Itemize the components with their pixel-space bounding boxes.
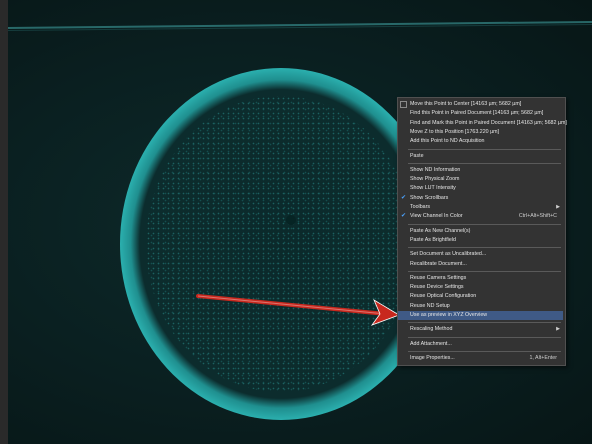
menu-item-label: Show Physical Zoom — [410, 176, 460, 183]
menu-item-label: Move this Point to Center [14163 µm; 568… — [410, 101, 522, 107]
menu-item-label: Reuse Optical Configuration — [410, 293, 477, 300]
menu-item-label: Reuse Camera Settings — [410, 274, 467, 281]
menu-item[interactable]: Reuse Optical Configuration — [398, 292, 563, 301]
sample-speckle-texture — [146, 96, 414, 392]
menu-item-label: Image Properties... — [410, 354, 455, 361]
menu-item[interactable]: ✔ View Channel In Color Ctrl+Alt+Shift+C — [398, 212, 563, 221]
menu-item-label: Show ND Information — [410, 166, 461, 173]
menu-item[interactable]: Show Physical Zoom — [398, 175, 563, 184]
menu-item[interactable]: Paste — [398, 152, 563, 161]
menu-item-label: View Channel In Color — [410, 213, 463, 220]
menu-item[interactable]: Toolbars ▶ — [398, 203, 563, 212]
menu-item-shortcut: Ctrl+Alt+Shift+C — [518, 213, 557, 220]
menu-separator — [408, 247, 561, 249]
menu-item-label: Set Document as Uncalibrated... — [410, 251, 487, 258]
menu-item-label: Move Z to this Position [1763.220 µm] — [410, 128, 500, 135]
menu-item[interactable]: Find and Mark this Point in Paired Docum… — [398, 119, 567, 128]
menu-item[interactable]: Move Z to this Position [1763.220 µm] — [398, 128, 563, 137]
sample-center-hole — [286, 215, 296, 225]
menu-item[interactable]: Recalibrate Document... — [398, 260, 563, 269]
menu-item-label: Show Scrollbars — [410, 194, 449, 201]
menu-item-label: Show LUT Intensity — [410, 185, 456, 192]
menu-item[interactable]: Move this Point to Center [14163 µm; 568… — [398, 100, 563, 109]
checkmark-icon: ✔ — [401, 194, 407, 201]
menu-item-label: Add Attachment... — [410, 340, 452, 347]
menu-item[interactable]: Set Document as Uncalibrated... — [398, 250, 563, 259]
context-menu: Move this Point to Center [14163 µm; 568… — [397, 97, 567, 366]
menu-item[interactable]: Show ND Information — [398, 166, 563, 175]
menu-item-label: Rescaling Method — [410, 326, 453, 333]
menu-separator — [408, 162, 561, 164]
menu-item-label: Toolbars — [410, 204, 431, 210]
menu-item-label: Paste As Brightfield — [410, 236, 456, 243]
menu-item[interactable]: Add this Point to ND Acquisition — [398, 137, 563, 146]
menu-item-label: Find and Mark this Point in Paired Docum… — [410, 119, 567, 126]
menu-separator — [408, 350, 561, 352]
app-frame: Move this Point to Center [14163 µm; 568… — [0, 0, 592, 444]
submenu-arrow-icon: ▶ — [556, 326, 560, 333]
menu-item[interactable]: Find this Point in Paired Document [1416… — [398, 109, 563, 118]
menu-item[interactable]: ✔ Show Scrollbars — [398, 194, 563, 203]
menu-item-label: Reuse ND Setup — [410, 302, 450, 309]
menu-item-label: Use as preview in XYZ Overview — [410, 312, 488, 318]
menu-item[interactable]: Paste As Brightfield — [398, 236, 563, 245]
menu-item[interactable]: Reuse ND Setup — [398, 302, 563, 311]
menu-item[interactable]: Reuse Camera Settings — [398, 274, 563, 283]
menu-item[interactable]: Rescaling Method ▶ — [398, 325, 563, 334]
menu-separator — [408, 270, 561, 272]
menu-separator — [408, 148, 561, 150]
menu-item[interactable]: Use as preview in XYZ Overview — [398, 311, 563, 320]
menu-item-label: Find this Point in Paired Document [1416… — [410, 110, 544, 117]
menu-item[interactable]: Show LUT Intensity — [398, 184, 563, 193]
menu-item[interactable]: Image Properties... 1, Alt+Enter — [398, 354, 563, 363]
menu-item-shortcut: 1, Alt+Enter — [529, 354, 557, 361]
menu-item[interactable]: Paste As New Channel(s) — [398, 227, 563, 236]
menu-separator — [408, 336, 561, 338]
menu-item-label: Reuse Device Settings — [410, 284, 464, 291]
menu-item[interactable]: Add Attachment... — [398, 340, 563, 349]
menu-separator — [408, 322, 561, 324]
crosshair-icon — [400, 101, 407, 108]
menu-separator — [408, 223, 561, 225]
menu-item-label: Recalibrate Document... — [410, 260, 467, 267]
menu-item[interactable]: Reuse Device Settings — [398, 283, 563, 292]
menu-item-label: Paste — [410, 152, 424, 159]
submenu-arrow-icon: ▶ — [556, 204, 560, 210]
annotation-arrow — [196, 294, 400, 326]
menu-item-label: Paste As New Channel(s) — [410, 227, 471, 234]
checkmark-icon: ✔ — [401, 213, 407, 220]
menu-item-label: Add this Point to ND Acquisition — [410, 138, 485, 145]
